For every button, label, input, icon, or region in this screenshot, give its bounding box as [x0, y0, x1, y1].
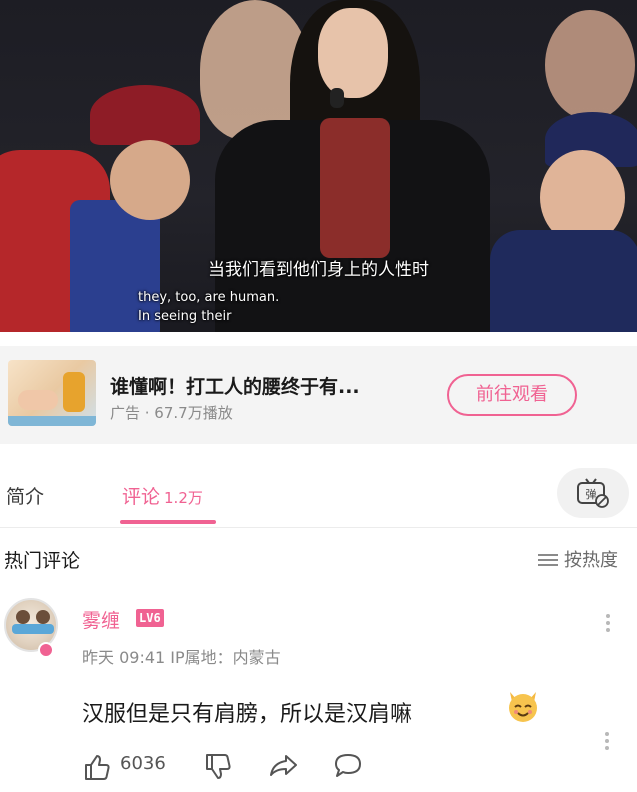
danmu-toggle-icon: 弹 — [577, 478, 609, 508]
ad-title[interactable]: 谁懂啊！打工人的腰终于有... — [110, 372, 360, 399]
subtitle-chinese: 当我们看到他们身上的人性时 — [208, 260, 429, 280]
tab-comments-label: 评论 — [122, 486, 161, 508]
cat-smile-emoji — [509, 692, 537, 722]
thumbnail-shape — [63, 372, 85, 412]
background-figure — [545, 10, 635, 120]
sort-by-popularity-button[interactable]: 按热度 — [538, 546, 618, 572]
comment-text: 汉服但是只有肩膀，所以是汉肩嘛 — [82, 702, 413, 727]
danmu-toggle-button[interactable]: 弹 — [557, 468, 629, 518]
sort-label: 按热度 — [564, 550, 618, 571]
comment-meta: 昨天 09:41 IP属地：内蒙古 — [82, 648, 281, 667]
reply-icon[interactable] — [333, 752, 363, 780]
more-vertical-icon[interactable] — [600, 730, 614, 754]
subtitle-english: they, too, are human. In seeing their — [138, 290, 280, 324]
share-icon[interactable] — [268, 752, 300, 780]
like-icon[interactable] — [82, 750, 112, 784]
watch-now-button[interactable]: 前往观看 — [447, 374, 577, 416]
user-level-badge: LV6 — [136, 609, 164, 627]
tab-comments-count: 1.2万 — [164, 489, 203, 507]
speaker-figure — [318, 8, 388, 98]
sort-lines-icon — [538, 553, 558, 567]
speaker-figure — [320, 118, 390, 258]
hot-comments-title: 热门评论 — [4, 550, 81, 572]
ad-meta: 广告 · 67.7万播放 — [110, 404, 233, 422]
tab-comments[interactable]: 评论 1.2万 — [122, 482, 203, 509]
avatar-badge — [38, 642, 54, 658]
background-figure — [110, 140, 190, 220]
tab-bar — [0, 458, 637, 528]
video-player[interactable]: 当我们看到他们身上的人性时 they, too, are human. In s… — [0, 0, 637, 332]
thumbnail-shape — [8, 416, 96, 426]
ad-thumbnail[interactable] — [8, 360, 96, 426]
svg-text:弹: 弹 — [586, 487, 597, 501]
tab-intro[interactable]: 简介 — [6, 482, 44, 509]
thumbnail-shape — [18, 390, 58, 410]
comment-more-icon[interactable] — [603, 612, 613, 640]
background-figure — [490, 230, 637, 332]
background-figure — [90, 85, 200, 145]
comment-username[interactable]: 雾缠 — [82, 606, 120, 633]
active-tab-indicator — [120, 520, 216, 524]
microphone — [330, 88, 344, 108]
like-count: 6036 — [120, 753, 166, 774]
dislike-icon[interactable] — [203, 752, 233, 782]
